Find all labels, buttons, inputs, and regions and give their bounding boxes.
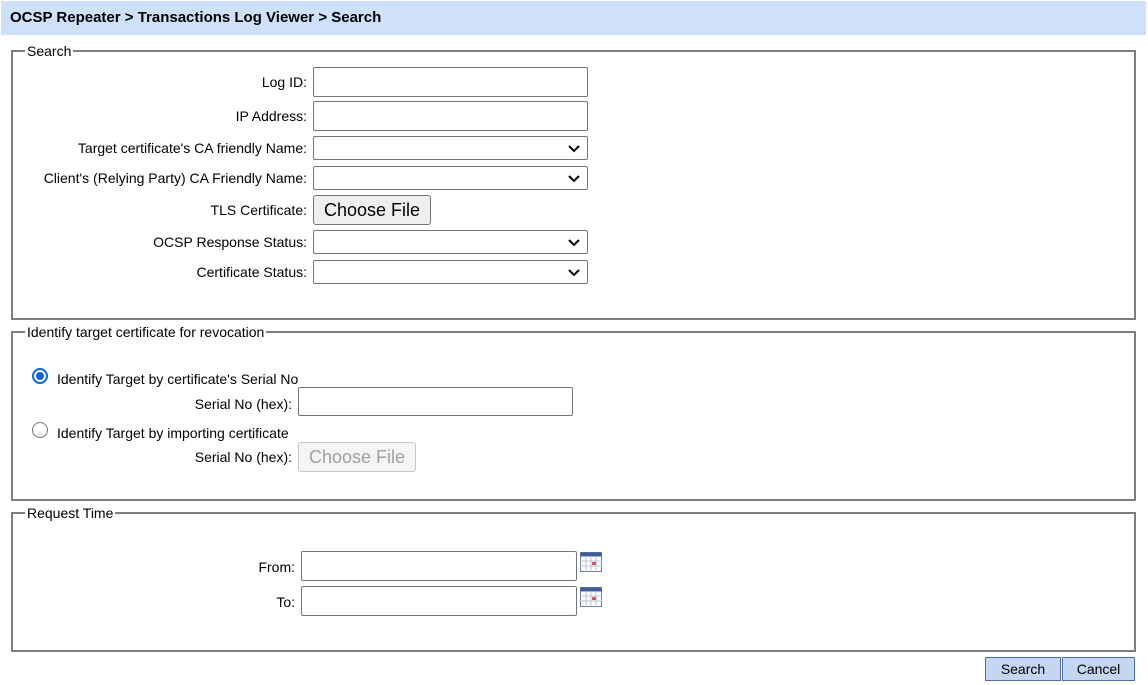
search-panel: Search Log ID: IP Address: Target certif…: [11, 42, 1136, 320]
calendar-icon[interactable]: [580, 587, 602, 607]
client-ca-label: Client's (Relying Party) CA Friendly Nam…: [43, 170, 307, 186]
certificate-status-label: Certificate Status:: [196, 264, 308, 280]
ip-address-label: IP Address:: [235, 108, 307, 124]
page-breadcrumb: OCSP Repeater > Transactions Log Viewer …: [1, 1, 1146, 35]
client-ca-select[interactable]: [313, 166, 588, 190]
target-ca-label: Target certificate's CA friendly Name:: [77, 140, 307, 156]
serial-no-option-label: Identify Target by certificate's Serial …: [57, 371, 299, 387]
chevron-down-icon: [568, 175, 580, 183]
request-time-panel: Request Time From: To:: [11, 504, 1136, 652]
import-serial-label: Serial No (hex):: [194, 449, 292, 465]
tls-certificate-label: TLS Certificate:: [210, 202, 307, 218]
ip-address-input[interactable]: [313, 101, 588, 131]
search-button[interactable]: Search: [985, 657, 1061, 681]
log-id-input[interactable]: [313, 67, 588, 97]
target-ca-select[interactable]: [313, 136, 588, 160]
from-label: From:: [258, 559, 295, 575]
tls-choose-file-button[interactable]: Choose File: [313, 195, 432, 225]
serial-no-label: Serial No (hex):: [194, 396, 292, 412]
search-panel-legend: Search: [25, 42, 74, 60]
import-option-label: Identify Target by importing certificate: [57, 425, 289, 441]
certificate-status-select[interactable]: [313, 260, 588, 284]
ocsp-status-select[interactable]: [313, 230, 588, 254]
serial-no-input[interactable]: [298, 387, 573, 416]
ocsp-status-label: OCSP Response Status:: [153, 234, 307, 250]
chevron-down-icon: [568, 145, 580, 153]
request-time-legend: Request Time: [25, 504, 116, 522]
calendar-icon[interactable]: [580, 552, 602, 572]
revocation-panel: Identify target certificate for revocati…: [11, 323, 1136, 501]
chevron-down-icon: [568, 269, 580, 277]
import-certificate-radio[interactable]: [32, 422, 48, 438]
revocation-panel-legend: Identify target certificate for revocati…: [25, 323, 267, 341]
chevron-down-icon: [568, 239, 580, 247]
to-date-input[interactable]: [301, 586, 577, 616]
cancel-button[interactable]: Cancel: [1062, 657, 1135, 681]
from-date-input[interactable]: [301, 551, 577, 581]
import-choose-file-button[interactable]: Choose File: [298, 442, 417, 472]
log-id-label: Log ID:: [261, 74, 307, 90]
serial-no-radio[interactable]: [32, 368, 48, 384]
to-label: To:: [276, 594, 295, 610]
